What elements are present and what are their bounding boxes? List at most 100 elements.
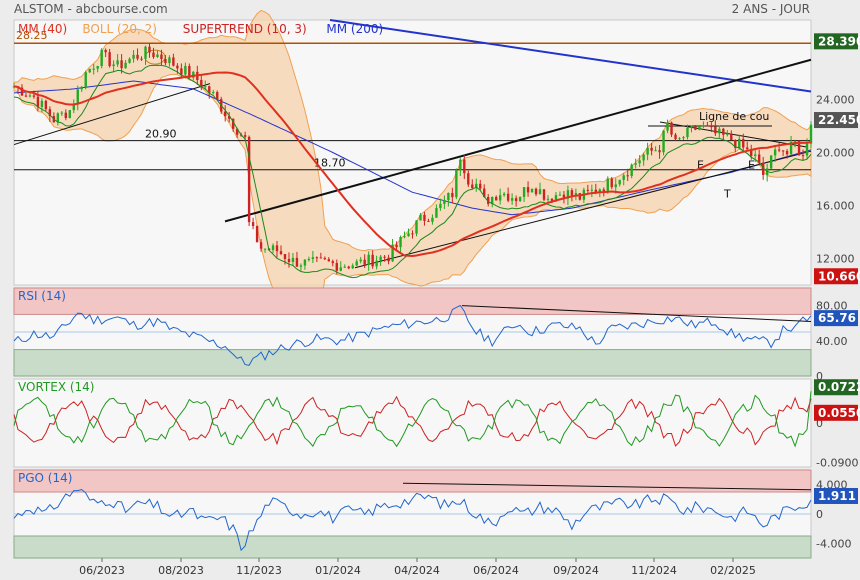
- candle-body: [518, 196, 522, 202]
- candle-body: [451, 192, 454, 198]
- candle-body: [730, 133, 733, 141]
- candle-body: [216, 92, 219, 100]
- candle-body: [108, 52, 111, 67]
- candle-body: [335, 263, 338, 271]
- candle-body: [694, 126, 697, 130]
- legend-entry-2: SUPERTREND (10, 3): [183, 22, 307, 36]
- price-y-tick: 16.000: [816, 200, 855, 213]
- candle-body: [164, 59, 167, 64]
- candle-body: [427, 220, 430, 222]
- tag-price-10-660: 10.660: [818, 269, 860, 283]
- candle-body: [754, 154, 757, 156]
- x-tick-label: 06/2023: [79, 564, 125, 577]
- candle-body: [319, 257, 323, 259]
- pgo-y-tick: 0: [816, 508, 823, 521]
- rsi-oversold-zone: [13, 349, 812, 377]
- candle-body: [650, 147, 653, 151]
- candle-body: [738, 138, 741, 148]
- candle-body: [698, 126, 701, 130]
- candle-body: [343, 266, 346, 268]
- candle-body: [140, 58, 143, 60]
- candle-body: [714, 126, 717, 134]
- candle-body: [104, 49, 107, 53]
- x-tick-label: 08/2023: [158, 564, 204, 577]
- candle-body: [359, 259, 362, 262]
- candle-body: [618, 179, 621, 185]
- candle-body: [526, 187, 530, 193]
- candle-body: [204, 86, 207, 88]
- candle-body: [96, 66, 99, 69]
- candle-body: [112, 64, 115, 67]
- candle-body: [706, 125, 709, 127]
- candle-body: [180, 68, 183, 75]
- x-tick-label: 04/2024: [394, 564, 440, 577]
- candle-body: [666, 122, 669, 131]
- candle-body: [160, 54, 163, 60]
- level-label-20-90: 20.90: [145, 128, 177, 141]
- candle-body: [781, 150, 785, 152]
- candle-body: [383, 256, 386, 258]
- candle-body: [315, 257, 319, 259]
- candle-body: [92, 68, 95, 70]
- candle-body: [275, 245, 279, 252]
- candle-body: [586, 189, 590, 191]
- candle-body: [459, 159, 462, 170]
- candle-body: [423, 214, 426, 221]
- candle-body: [291, 257, 295, 262]
- candle-body: [678, 138, 681, 140]
- candle-body: [259, 242, 263, 249]
- candle-body: [367, 254, 370, 265]
- candle-body: [431, 217, 434, 222]
- candle-body: [510, 198, 514, 201]
- candle-body: [283, 254, 287, 259]
- tag-price-22-450: 22.450: [818, 113, 860, 127]
- candle-body: [570, 190, 574, 196]
- candle-body: [455, 169, 458, 198]
- candle-body: [279, 251, 283, 255]
- candle-body: [88, 68, 91, 73]
- candle-body: [303, 259, 307, 266]
- candle-body: [634, 163, 637, 165]
- candle-body: [176, 65, 179, 69]
- candle-body: [331, 261, 334, 264]
- candle-body: [84, 72, 87, 87]
- candle-body: [28, 95, 32, 97]
- vortex-panel-frame: [13, 378, 812, 468]
- candle-body: [722, 128, 725, 135]
- candle-body: [502, 193, 506, 196]
- candle-body: [351, 265, 354, 269]
- candle-body: [144, 46, 147, 59]
- x-tick-label: 06/2024: [473, 564, 519, 577]
- candle-body: [662, 130, 665, 153]
- candle-body: [100, 49, 103, 67]
- tag-vortex-minus: 0.0550: [818, 406, 860, 420]
- candle-body: [168, 57, 171, 64]
- candle-body: [243, 135, 247, 137]
- shoulder-right-label: E: [748, 158, 755, 171]
- candle-body: [530, 188, 534, 193]
- candle-body: [726, 133, 729, 135]
- candle-body: [702, 125, 705, 127]
- candle-body: [299, 265, 303, 267]
- candle-body: [271, 245, 275, 251]
- candle-body: [363, 259, 366, 265]
- candle-body: [494, 196, 498, 201]
- candle-body: [44, 100, 48, 110]
- candle-body: [801, 155, 805, 157]
- candle-body: [184, 66, 187, 75]
- candle-body: [156, 54, 159, 57]
- candle-body: [443, 200, 446, 204]
- candle-body: [120, 60, 123, 69]
- pgo-y-tick: -4.000: [816, 537, 851, 550]
- candle-body: [24, 95, 28, 97]
- candle-body: [718, 128, 721, 134]
- candle-body: [614, 184, 617, 188]
- candle-body: [124, 62, 127, 69]
- candle-body: [339, 267, 342, 271]
- candle-body: [128, 58, 131, 63]
- candle-body: [419, 214, 422, 221]
- stock-chart: 28.2520.9018.70Ligne de couETE24.00020.0…: [12, 9, 860, 577]
- candle-body: [690, 126, 693, 128]
- tag-vortex-plus: 0.0722: [818, 380, 860, 394]
- candle-body: [538, 189, 542, 195]
